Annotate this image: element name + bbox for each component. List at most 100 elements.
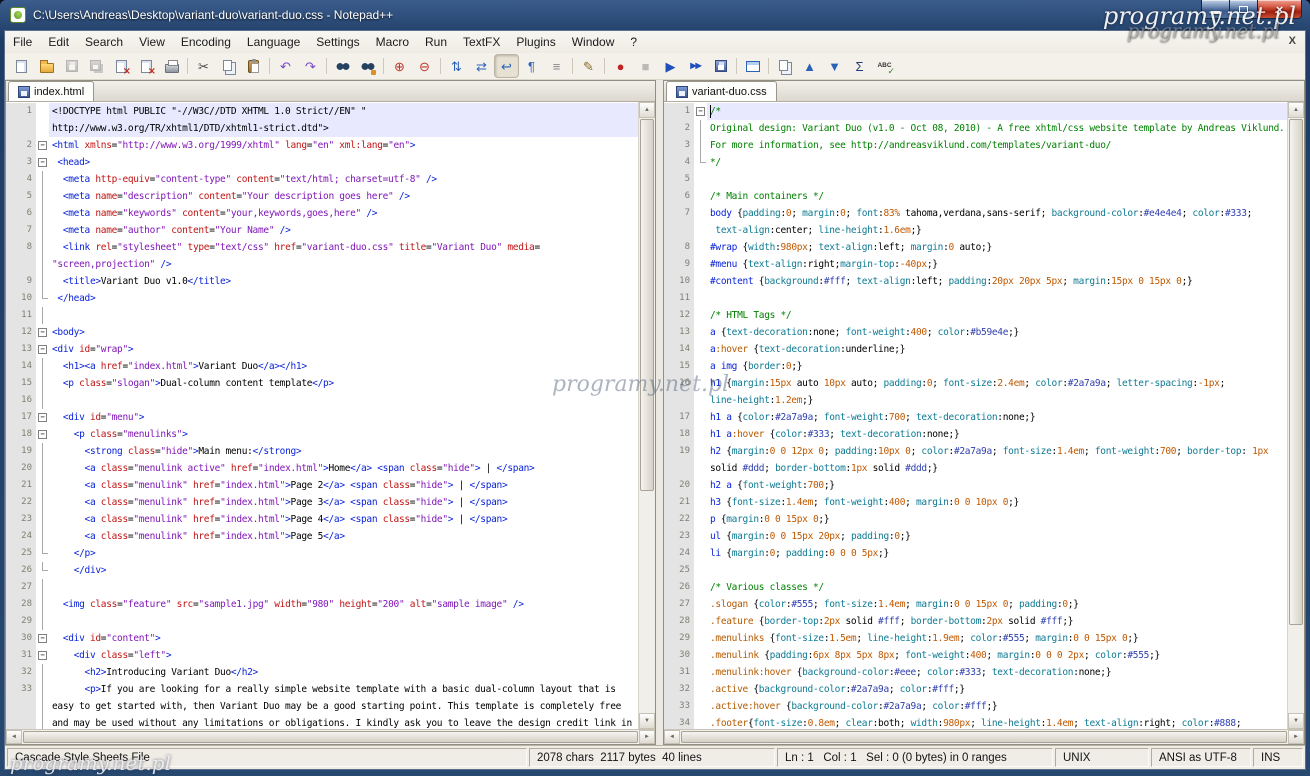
fold-toggle-icon[interactable]: − <box>38 634 47 643</box>
code-text[interactable]: <div id="menu"> <box>49 409 638 426</box>
code-text[interactable]: <a class="menulink" href="index.html">Pa… <box>49 511 638 528</box>
right-vertical-scrollbar[interactable]: ▲ ▼ <box>1287 102 1304 729</box>
code-text[interactable]: <head> <box>49 154 638 171</box>
browser-view-icon[interactable] <box>741 55 764 77</box>
scroll-thumb[interactable] <box>23 731 638 743</box>
scroll-right-arrow-icon[interactable]: ► <box>639 730 655 744</box>
code-text[interactable] <box>707 290 1287 307</box>
code-text[interactable]: <a class="menulink" href="index.html">Pa… <box>49 477 638 494</box>
menu-window[interactable]: Window <box>564 31 623 53</box>
fold-toggle-icon[interactable]: − <box>696 107 705 116</box>
code-text[interactable] <box>707 171 1287 188</box>
code-text[interactable]: Original design: Variant Duo (v1.0 - Oct… <box>707 120 1287 137</box>
fold-toggle-icon[interactable]: − <box>38 345 47 354</box>
code-text[interactable]: h2 a {font-weight:700;} <box>707 477 1287 494</box>
new-file-icon[interactable] <box>10 55 33 77</box>
pane-splitter[interactable] <box>656 80 663 745</box>
macro-stop-icon[interactable]: ■ <box>634 55 657 77</box>
menu-textfx[interactable]: TextFX <box>455 31 508 53</box>
code-text[interactable]: #menu {text-align:right;margin-top:-40px… <box>707 256 1287 273</box>
code-text[interactable]: <meta name="keywords" content="your,keyw… <box>49 205 638 222</box>
fold-toggle-icon[interactable]: − <box>38 651 47 660</box>
title-bar[interactable]: C:\Users\Andreas\Desktop\variant-duo\var… <box>0 0 1310 30</box>
scroll-up-arrow-icon[interactable]: ▲ <box>639 102 655 118</box>
code-text[interactable]: .feature {border-top:2px solid #fff; bor… <box>707 613 1287 630</box>
code-text[interactable]: ul {margin:0 0 15px 20px; padding:0;} <box>707 528 1287 545</box>
close-file-icon[interactable] <box>110 55 133 77</box>
code-text[interactable]: #content {background:#fff; text-align:le… <box>707 273 1287 290</box>
code-text[interactable]: h1 a:hover {color:#333; text-decoration:… <box>707 426 1287 443</box>
code-text[interactable]: /* Main containers */ <box>707 188 1287 205</box>
code-text[interactable]: <div id="content"> <box>49 630 638 647</box>
menu-run[interactable]: Run <box>417 31 455 53</box>
code-text[interactable]: li {margin:0; padding:0 0 0 5px;} <box>707 545 1287 562</box>
scroll-left-arrow-icon[interactable]: ◄ <box>664 730 680 744</box>
undo-icon[interactable]: ↶ <box>274 55 297 77</box>
paste-icon[interactable] <box>242 55 265 77</box>
menu-view[interactable]: View <box>131 31 173 53</box>
scroll-left-arrow-icon[interactable]: ◄ <box>6 730 22 744</box>
code-text[interactable]: .slogan {color:#555; font-size:1.4em; ma… <box>707 596 1287 613</box>
sort-ascending-icon[interactable]: ▲ <box>798 55 821 77</box>
code-text[interactable]: <a class="menulink" href="index.html">Pa… <box>49 528 638 545</box>
show-indent-guide-icon[interactable]: ≡ <box>545 55 568 77</box>
redo-icon[interactable]: ↷ <box>299 55 322 77</box>
code-text[interactable]: h1 {margin:15px auto 10px auto; padding:… <box>707 375 1287 392</box>
scroll-right-arrow-icon[interactable]: ► <box>1288 730 1304 744</box>
code-text[interactable]: <!DOCTYPE html PUBLIC "-//W3C//DTD XHTML… <box>49 103 638 120</box>
zoom-out-icon[interactable]: ⊖ <box>413 55 436 77</box>
code-text[interactable]: <p class="slogan">Dual-column content te… <box>49 375 638 392</box>
print-icon[interactable] <box>160 55 183 77</box>
macro-save-icon[interactable] <box>709 55 732 77</box>
code-text[interactable]: <a class="menulink active" href="index.h… <box>49 460 638 477</box>
sync-vertical-scroll-icon[interactable]: ⇅ <box>445 55 468 77</box>
code-text[interactable]: <div id="wrap"> <box>49 341 638 358</box>
fold-toggle-icon[interactable]: − <box>38 413 47 422</box>
menu-edit[interactable]: Edit <box>40 31 77 53</box>
code-text[interactable]: <h2>Introducing Variant Duo</h2> <box>49 664 638 681</box>
replace-icon[interactable] <box>356 55 379 77</box>
scroll-down-arrow-icon[interactable]: ▼ <box>1288 713 1304 729</box>
zoom-in-icon[interactable]: ⊕ <box>388 55 411 77</box>
scroll-up-arrow-icon[interactable]: ▲ <box>1288 102 1304 118</box>
sort-descending-icon[interactable]: ▼ <box>823 55 846 77</box>
code-text[interactable]: <img class="feature" src="sample1.jpg" w… <box>49 596 638 613</box>
open-file-icon[interactable] <box>35 55 58 77</box>
code-text[interactable] <box>707 562 1287 579</box>
user-define-dialog-icon[interactable]: ✎ <box>577 55 600 77</box>
close-document-button[interactable]: X <box>1289 35 1296 47</box>
code-text[interactable]: </p> <box>49 545 638 562</box>
code-text[interactable]: <a class="menulink" href="index.html">Pa… <box>49 494 638 511</box>
code-text[interactable] <box>49 392 638 409</box>
tab-index-html[interactable]: index.html <box>8 81 94 101</box>
menu-language[interactable]: Language <box>239 31 308 53</box>
menu-search[interactable]: Search <box>77 31 131 53</box>
code-text[interactable]: .active:hover {background-color:#2a7a9a;… <box>707 698 1287 715</box>
fold-toggle-icon[interactable]: − <box>38 430 47 439</box>
code-text[interactable] <box>49 579 638 596</box>
code-text[interactable]: <p>If you are looking for a really simpl… <box>49 681 638 698</box>
menu-settings[interactable]: Settings <box>308 31 367 53</box>
save-icon[interactable] <box>60 55 83 77</box>
code-text[interactable]: a {text-decoration:none; font-weight:400… <box>707 324 1287 341</box>
menu-encoding[interactable]: Encoding <box>173 31 239 53</box>
sum-icon[interactable]: Σ <box>848 55 871 77</box>
code-text[interactable] <box>49 307 638 324</box>
code-text[interactable] <box>49 613 638 630</box>
code-text[interactable]: http://www.w3.org/TR/xhtml1/DTD/xhtml1-s… <box>49 120 638 137</box>
code-text[interactable]: h1 a {color:#2a7a9a; font-weight:700; te… <box>707 409 1287 426</box>
code-text[interactable]: <meta name="description" content="Your d… <box>49 188 638 205</box>
code-text[interactable]: .menulink:hover {background-color:#eee; … <box>707 664 1287 681</box>
code-text[interactable]: line-height:1.2em;} <box>707 392 1287 409</box>
menu-file[interactable]: File <box>5 31 40 53</box>
word-wrap-icon[interactable]: ↩ <box>495 55 518 77</box>
code-text[interactable]: <html xmlns="http://www.w3.org/1999/xhtm… <box>49 137 638 154</box>
code-text[interactable]: #wrap {width:980px; text-align:left; mar… <box>707 239 1287 256</box>
copy-icon[interactable] <box>217 55 240 77</box>
code-text[interactable]: */ <box>707 154 1287 171</box>
code-text[interactable]: .footer{font-size:0.8em; clear:both; wid… <box>707 715 1287 729</box>
menu-help[interactable]: ? <box>622 31 645 53</box>
code-text[interactable]: <body> <box>49 324 638 341</box>
code-text[interactable]: </div> <box>49 562 638 579</box>
code-text[interactable]: </head> <box>49 290 638 307</box>
